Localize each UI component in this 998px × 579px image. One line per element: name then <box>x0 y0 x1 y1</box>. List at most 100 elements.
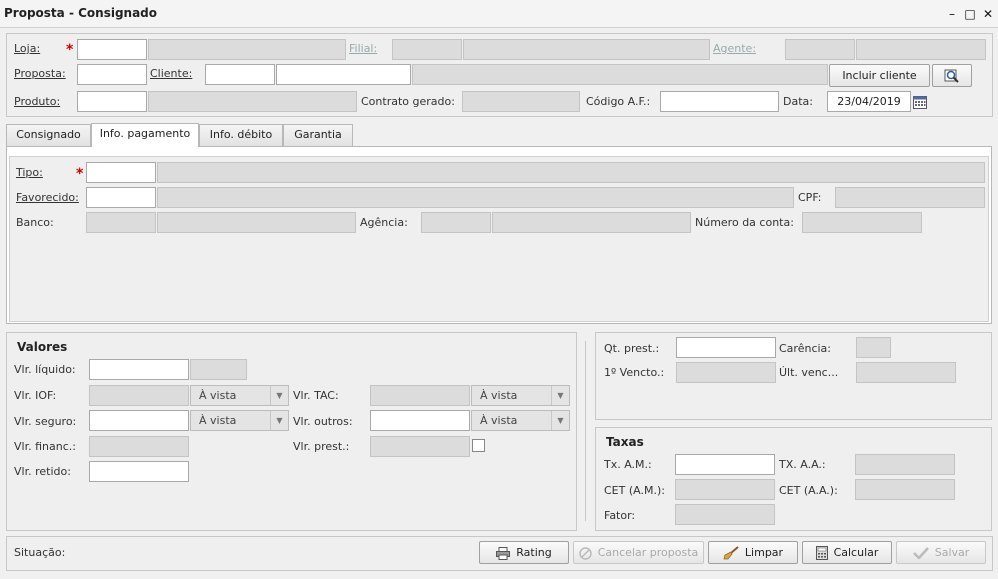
proposta-label: Proposta: <box>14 67 66 80</box>
cpf-label: CPF: <box>798 191 822 204</box>
search-icon <box>944 69 959 83</box>
filial-code-field <box>392 39 462 60</box>
favorecido-input[interactable] <box>86 187 156 208</box>
vlr-retido-input[interactable] <box>89 461 189 482</box>
maximize-icon[interactable]: □ <box>962 6 978 22</box>
cpf-field <box>835 187 985 208</box>
vlr-prest-checkbox[interactable] <box>472 439 485 452</box>
outros-forma-select[interactable]: À vista ▼ <box>471 410 570 431</box>
check-icon <box>912 547 929 559</box>
salvar-button[interactable]: Salvar <box>896 541 986 564</box>
tx-aa-label: TX. A.A.: <box>779 458 826 471</box>
contrato-gerado-field <box>462 91 580 112</box>
cet-aa-label: CET (A.A.): <box>779 484 838 497</box>
vlr-iof-field <box>89 385 189 406</box>
minimize-icon[interactable]: – <box>944 6 960 22</box>
vlr-financ-field <box>89 436 189 457</box>
tab-consignado[interactable]: Consignado <box>6 124 91 146</box>
iof-forma-select[interactable]: À vista ▼ <box>190 385 289 406</box>
broom-icon <box>723 546 739 560</box>
data-label: Data: <box>783 95 813 108</box>
cet-am-label: CET (A.M.): <box>604 484 665 497</box>
incluir-cliente-button[interactable]: Incluir cliente <box>829 64 930 87</box>
agencia-code-field <box>421 212 491 233</box>
vlr-prest-field <box>370 436 470 457</box>
vlr-outros-label: Vlr. outros: <box>293 415 353 428</box>
proposta-input[interactable] <box>77 64 147 85</box>
vlr-retido-label: Vlr. retido: <box>14 465 71 478</box>
required-marker: * <box>66 42 74 58</box>
carencia-label: Carência: <box>779 342 831 355</box>
search-button[interactable] <box>932 64 972 87</box>
banco-code-field <box>86 212 156 233</box>
cliente-label: Cliente: <box>150 67 193 80</box>
rating-button[interactable]: Rating <box>479 541 569 564</box>
agencia-label: Agência: <box>360 216 408 229</box>
calendar-icon[interactable] <box>913 95 927 109</box>
calculator-icon <box>815 546 828 560</box>
cancel-icon <box>578 546 592 560</box>
valores-title: Valores <box>17 340 68 354</box>
ult-venc-field <box>856 362 956 383</box>
vlr-liquido-aux-field <box>190 359 247 380</box>
tab-info-debito[interactable]: Info. débito <box>199 124 283 146</box>
tx-aa-field <box>855 454 955 475</box>
filial-name-field <box>463 39 710 60</box>
tx-am-input[interactable] <box>675 454 775 475</box>
cliente-code-input[interactable] <box>205 64 275 85</box>
contrato-gerado-label: Contrato gerado: <box>361 95 455 108</box>
produto-label: Produto: <box>14 95 61 108</box>
tipo-input[interactable] <box>86 162 156 183</box>
cliente-doc-input[interactable] <box>276 64 411 85</box>
loja-input[interactable] <box>77 39 147 60</box>
vlr-seguro-input[interactable] <box>89 410 189 431</box>
produto-name-field <box>148 91 357 112</box>
primeiro-vencto-label: 1º Vencto.: <box>604 366 665 379</box>
required-marker: * <box>76 166 84 182</box>
tac-forma-select[interactable]: À vista ▼ <box>471 385 570 406</box>
filial-label: Filial: <box>349 42 378 55</box>
agencia-name-field <box>492 212 691 233</box>
agente-code-field <box>785 39 855 60</box>
situacao-label: Situação: <box>14 546 66 559</box>
vlr-outros-input[interactable] <box>370 410 470 431</box>
divider <box>585 341 586 521</box>
fator-label: Fator: <box>604 509 636 522</box>
vlr-tac-field <box>370 385 470 406</box>
cet-am-field <box>675 479 775 500</box>
tab-info-pagamento[interactable]: Info. pagamento <box>91 123 199 147</box>
qt-prest-input[interactable] <box>676 337 776 358</box>
vlr-iof-label: Vlr. IOF: <box>14 389 57 402</box>
tab-garantia[interactable]: Garantia <box>283 124 353 146</box>
calcular-button[interactable]: Calcular <box>802 541 892 564</box>
vlr-liquido-input[interactable] <box>89 359 189 380</box>
loja-label: Loja: <box>14 42 41 55</box>
produto-input[interactable] <box>77 91 147 112</box>
tx-am-label: Tx. A.M.: <box>604 458 652 471</box>
favorecido-name-field <box>157 187 794 208</box>
codigo-af-label: Código A.F.: <box>586 95 651 108</box>
ult-venc-label: Últ. venc... <box>779 366 839 379</box>
chevron-down-icon: ▼ <box>270 386 288 405</box>
agente-label: Agente: <box>713 42 757 55</box>
data-input[interactable]: 23/04/2019 <box>827 91 911 112</box>
banco-label: Banco: <box>16 216 54 229</box>
limpar-button[interactable]: Limpar <box>708 541 798 564</box>
vlr-liquido-label: Vlr. líquido: <box>14 363 76 376</box>
favorecido-label: Favorecido: <box>16 191 79 204</box>
close-icon[interactable]: ✕ <box>980 6 996 22</box>
vlr-seguro-label: Vlr. seguro: <box>14 415 77 428</box>
seguro-forma-select[interactable]: À vista ▼ <box>190 410 289 431</box>
chevron-down-icon: ▼ <box>551 411 569 430</box>
chevron-down-icon: ▼ <box>270 411 288 430</box>
codigo-af-input[interactable] <box>660 91 779 112</box>
cliente-name-field <box>412 64 828 85</box>
cet-aa-field <box>855 479 955 500</box>
primeiro-vencto-field <box>676 362 776 383</box>
fator-field <box>675 504 775 525</box>
chevron-down-icon: ▼ <box>551 386 569 405</box>
cancelar-proposta-button[interactable]: Cancelar proposta <box>573 541 704 564</box>
vlr-prest-label: Vlr. prest.: <box>293 440 350 453</box>
vlr-tac-label: Vlr. TAC: <box>293 389 339 402</box>
conta-field <box>802 212 922 233</box>
